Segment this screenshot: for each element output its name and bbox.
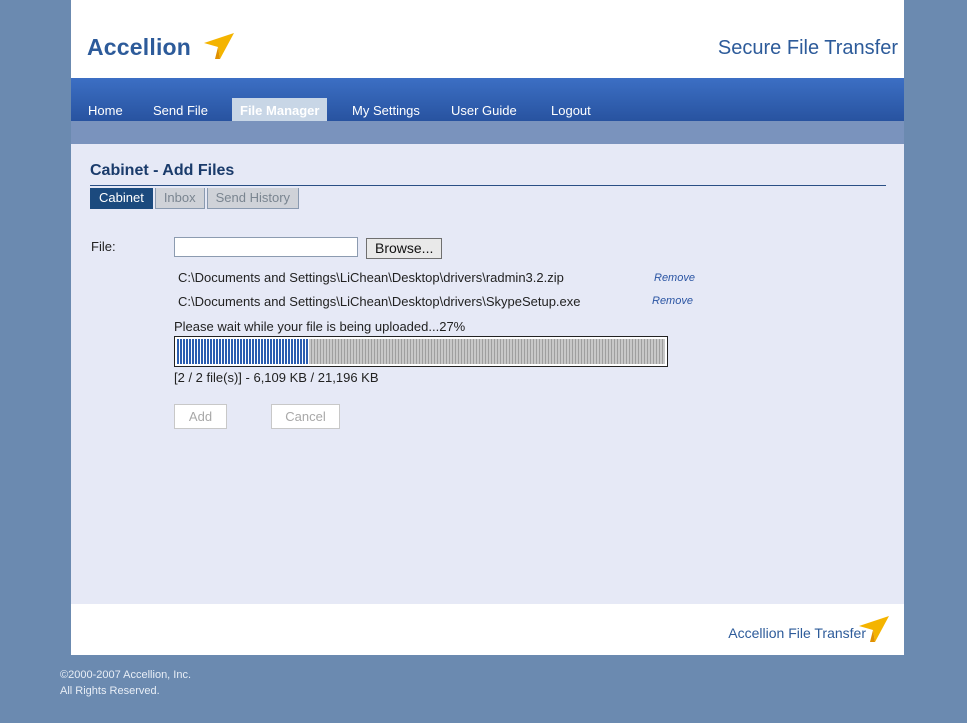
upload-status-text: Please wait while your file is being upl…	[174, 319, 466, 334]
main-content: Cabinet - Add Files Cabinet Inbox Send H…	[71, 144, 904, 604]
tab-send-history[interactable]: Send History	[206, 188, 300, 209]
accellion-arrow-icon	[859, 616, 889, 642]
progress-track	[177, 339, 665, 364]
copyright-line-2: All Rights Reserved.	[60, 685, 160, 697]
selected-file-2: C:\Documents and Settings\LiChean\Deskto…	[178, 294, 581, 309]
tagline: Secure File Transfer	[717, 37, 898, 59]
cancel-button[interactable]: Cancel	[271, 404, 340, 429]
cabinet-tabs: Cabinet Inbox Send History	[90, 188, 301, 209]
nav-file-manager-label: File Manager	[240, 103, 320, 118]
nav-home[interactable]: Home	[88, 103, 123, 119]
copyright-line-1: ©2000-2007 Accellion, Inc.	[60, 669, 192, 681]
nav-send-file[interactable]: Send File	[153, 103, 208, 119]
upload-counter: [2 / 2 file(s)] - 6,109 KB / 21,196 KB	[174, 370, 379, 385]
title-divider	[90, 185, 886, 186]
nav-logout[interactable]: Logout	[551, 103, 591, 119]
nav-user-guide[interactable]: User Guide	[451, 103, 517, 119]
brand-logo[interactable]: Accellion	[87, 34, 191, 61]
file-path-input[interactable]	[174, 237, 358, 257]
page-title: Cabinet - Add Files	[90, 162, 235, 179]
remove-file-2-link[interactable]: Remove	[652, 295, 693, 307]
footer-brand: Accellion File Transfer	[728, 625, 866, 641]
remove-file-1-link[interactable]: Remove	[654, 272, 695, 284]
app-page: Accellion Secure File Transfer Home Send…	[71, 0, 904, 655]
upload-progress-bar	[174, 336, 668, 367]
tab-cabinet[interactable]: Cabinet	[90, 188, 153, 209]
file-label: File:	[91, 239, 116, 254]
copyright: ©2000-2007 Accellion, Inc. All Rights Re…	[60, 667, 191, 699]
header: Accellion Secure File Transfer	[71, 0, 904, 78]
main-nav: Home Send File File Manager My Settings …	[71, 78, 904, 124]
browse-button[interactable]: Browse...	[366, 238, 443, 259]
tab-inbox[interactable]: Inbox	[154, 188, 205, 209]
progress-fill	[177, 339, 309, 364]
nav-my-settings[interactable]: My Settings	[352, 103, 420, 119]
add-button[interactable]: Add	[174, 404, 227, 429]
accellion-arrow-icon	[204, 33, 234, 59]
sub-navigation-band	[71, 121, 904, 144]
selected-file-1: C:\Documents and Settings\LiChean\Deskto…	[178, 270, 564, 285]
